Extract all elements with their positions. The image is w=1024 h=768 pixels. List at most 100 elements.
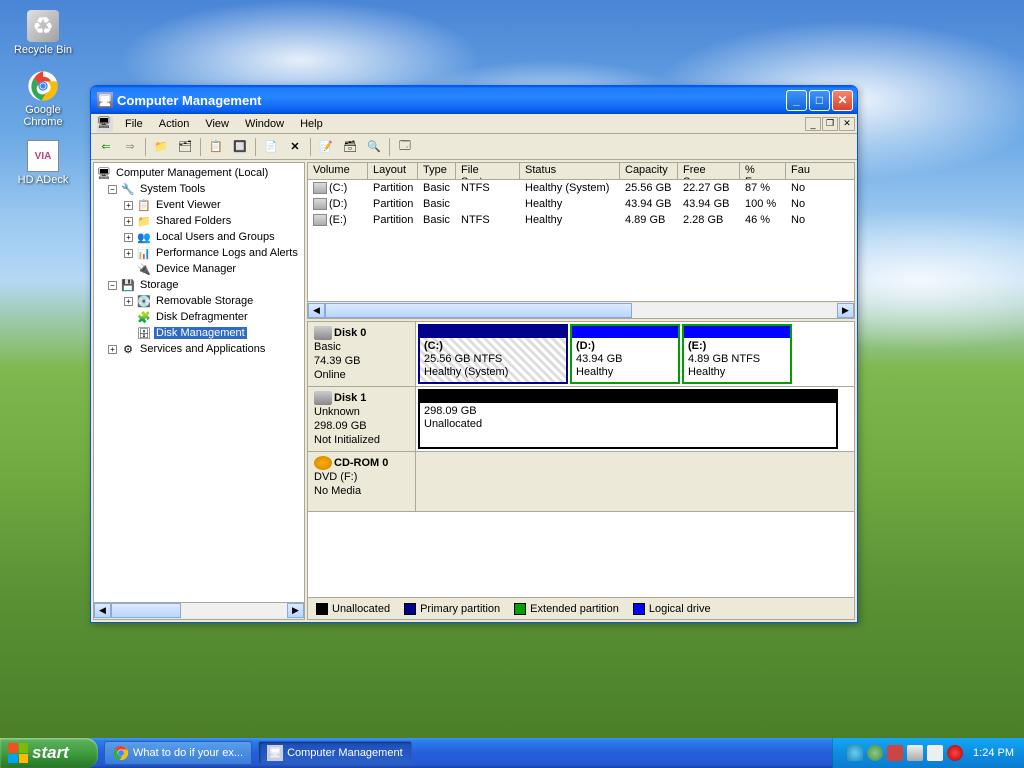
app-menu-icon[interactable]: 🖥 [97, 116, 113, 132]
show-hide-button[interactable]: 🗂 [174, 136, 196, 158]
forward-button[interactable]: ⇒ [119, 136, 141, 158]
tray-icon-2[interactable] [867, 745, 883, 761]
tree-defrag[interactable]: 🧩 Disk Defragmenter [96, 309, 302, 325]
mdi-close-button[interactable]: ✕ [839, 117, 855, 131]
tree-root[interactable]: 🖥 Computer Management (Local) [96, 165, 302, 181]
settings-button[interactable]: 🗃 [339, 136, 361, 158]
menu-file[interactable]: File [117, 116, 151, 132]
minimize-button[interactable]: _ [786, 90, 807, 111]
partition-box[interactable]: (D:)43.94 GBHealthy [570, 324, 680, 384]
volume-cell: 43.94 GB [678, 198, 740, 210]
tree-system-tools[interactable]: − 🔧 System Tools [96, 181, 302, 197]
scroll-right-button[interactable]: ▶ [287, 603, 304, 618]
col-pct[interactable]: % Free [740, 163, 786, 179]
expand-icon[interactable]: + [124, 233, 133, 242]
chrome-icon[interactable]: Google Chrome [8, 70, 78, 128]
tree-storage[interactable]: − 💾 Storage [96, 277, 302, 293]
help-button[interactable]: 📄 [260, 136, 282, 158]
options-button[interactable]: 🗔 [394, 136, 416, 158]
properties-button[interactable]: 📋 [205, 136, 227, 158]
volume-row[interactable]: (C:)PartitionBasicNTFSHealthy (System)25… [308, 180, 854, 196]
legend-extended: Extended partition [530, 603, 619, 615]
tray-icon-6[interactable] [947, 745, 963, 761]
tree-shared-folders[interactable]: + 📁 Shared Folders [96, 213, 302, 229]
scroll-left-button[interactable]: ◀ [308, 303, 325, 318]
tree-services[interactable]: + ⚙ Services and Applications [96, 341, 302, 357]
tree-device-mgr[interactable]: 🔌 Device Manager [96, 261, 302, 277]
menu-window[interactable]: Window [237, 116, 292, 132]
delete-button[interactable]: ✕ [284, 136, 306, 158]
clock[interactable]: 1:24 PM [973, 747, 1014, 759]
expand-icon[interactable]: + [124, 217, 133, 226]
scroll-thumb[interactable] [111, 603, 181, 618]
tree-disk-mgmt[interactable]: 🗄 Disk Management [96, 325, 302, 341]
refresh-button[interactable]: 🔲 [229, 136, 251, 158]
close-button[interactable]: ✕ [832, 90, 853, 111]
menu-help[interactable]: Help [292, 116, 331, 132]
tray-icon-3[interactable] [887, 745, 903, 761]
find-button[interactable]: 🔍 [363, 136, 385, 158]
taskbar-compmgmt-task[interactable]: 🖥 Computer Management [258, 741, 412, 765]
col-free[interactable]: Free Space [678, 163, 740, 179]
volume-row[interactable]: (E:)PartitionBasicNTFSHealthy4.89 GB2.28… [308, 212, 854, 228]
volume-scrollbar[interactable]: ◀ ▶ [308, 301, 854, 318]
mdi-minimize-button[interactable]: _ [805, 117, 821, 131]
col-status[interactable]: Status [520, 163, 620, 179]
col-volume[interactable]: Volume [308, 163, 368, 179]
compmgmt-task-icon: 🖥 [267, 745, 283, 761]
scroll-right-button[interactable]: ▶ [837, 303, 854, 318]
start-button[interactable]: start [0, 738, 98, 768]
scroll-track[interactable] [325, 303, 837, 318]
partition-box[interactable]: (C:)25.56 GB NTFSHealthy (System) [418, 324, 568, 384]
scroll-track[interactable] [111, 603, 287, 618]
scroll-thumb[interactable] [325, 303, 632, 318]
volume-cell: (C:) [308, 182, 368, 194]
device-icon: 🔌 [136, 262, 152, 276]
col-fault[interactable]: Fau [786, 163, 814, 179]
tree-event-viewer[interactable]: + 📋 Event Viewer [96, 197, 302, 213]
chrome-ball-icon [27, 70, 59, 102]
export-button[interactable]: 📝 [315, 136, 337, 158]
menu-action[interactable]: Action [151, 116, 198, 132]
taskbar-chrome-task[interactable]: What to do if your ex... [104, 741, 252, 765]
disk-info[interactable]: Disk 0Basic74.39 GBOnline [308, 322, 416, 386]
col-type[interactable]: Type [418, 163, 456, 179]
scroll-left-button[interactable]: ◀ [94, 603, 111, 618]
collapse-icon[interactable]: − [108, 281, 117, 290]
col-layout[interactable]: Layout [368, 163, 418, 179]
tree-local-users[interactable]: + 👥 Local Users and Groups [96, 229, 302, 245]
expand-icon[interactable]: + [124, 201, 133, 210]
computer-management-window: 🖥 Computer Management _ □ ✕ 🖥 File Actio… [90, 85, 858, 623]
disk-info[interactable]: Disk 1Unknown298.09 GBNot Initialized [308, 387, 416, 451]
titlebar[interactable]: 🖥 Computer Management _ □ ✕ [91, 86, 857, 114]
mdi-restore-button[interactable]: ❐ [822, 117, 838, 131]
collapse-icon[interactable]: − [108, 185, 117, 194]
recycle-bin-icon[interactable]: ♻ Recycle Bin [8, 10, 78, 56]
expand-icon[interactable]: + [124, 297, 133, 306]
volume-row[interactable]: (D:)PartitionBasicHealthy43.94 GB43.94 G… [308, 196, 854, 212]
col-capacity[interactable]: Capacity [620, 163, 678, 179]
hd-adeck-icon[interactable]: VIA HD ADeck [8, 140, 78, 186]
maximize-button[interactable]: □ [809, 90, 830, 111]
disk-info[interactable]: CD-ROM 0DVD (F:)No Media [308, 452, 416, 511]
tray-icon-4[interactable] [907, 745, 923, 761]
volume-cell: Healthy (System) [520, 182, 620, 194]
menu-view[interactable]: View [197, 116, 237, 132]
expand-icon[interactable]: + [108, 345, 117, 354]
disk-map: Disk 0Basic74.39 GBOnline(C:)25.56 GB NT… [307, 321, 855, 620]
hd-label: HD ADeck [8, 174, 78, 186]
tray-icon-5[interactable] [927, 745, 943, 761]
volume-cell: Basic [418, 182, 456, 194]
start-label: start [32, 743, 69, 763]
partition-box[interactable]: 298.09 GBUnallocated [418, 389, 838, 449]
back-button[interactable]: ⇐ [95, 136, 117, 158]
col-fs[interactable]: File System [456, 163, 520, 179]
partition-box[interactable]: (E:)4.89 GB NTFSHealthy [682, 324, 792, 384]
expand-icon[interactable]: + [124, 249, 133, 258]
tree-scrollbar[interactable]: ◀ ▶ [94, 602, 304, 619]
up-button[interactable]: 📁 [150, 136, 172, 158]
tree-perf-logs[interactable]: + 📊 Performance Logs and Alerts [96, 245, 302, 261]
toolbar-sep [310, 138, 311, 156]
tree-removable[interactable]: + 💽 Removable Storage [96, 293, 302, 309]
tray-icon-1[interactable] [847, 745, 863, 761]
